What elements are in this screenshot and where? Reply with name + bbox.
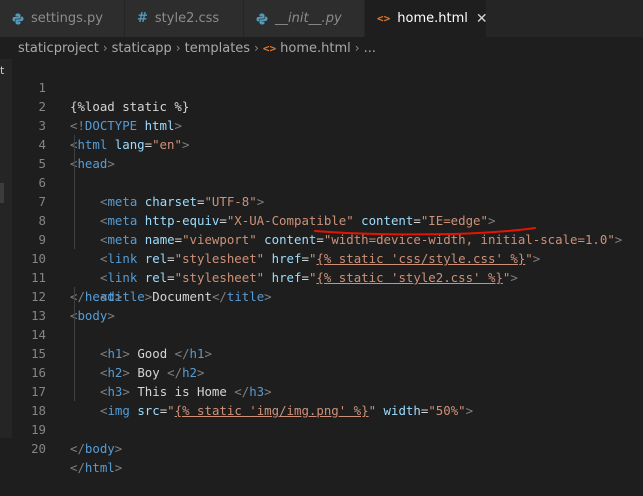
code-line: 3 <html lang="en"> <box>12 97 643 152</box>
punct: > <box>114 460 123 475</box>
code-line: 18 <box>12 382 643 418</box>
code-line: 17 <box>12 363 643 399</box>
code-line: 4 <head> <box>12 116 643 171</box>
code-line: 6 <meta http-equiv="X-UA-Compatible" con… <box>12 154 643 228</box>
punct: </ <box>70 441 85 456</box>
tab-init-py[interactable]: __init__.py <box>244 0 365 37</box>
breadcrumb: staticproject › staticapp › templates › … <box>0 37 643 59</box>
indent-guide <box>74 344 75 363</box>
indent-guide <box>74 154 75 173</box>
tab-home-html[interactable]: <> home.html ✕ <box>365 0 488 37</box>
code-line: 8 <link rel="stylesheet" href="{% static… <box>12 192 643 266</box>
tab-style2-css[interactable]: # style2.css <box>125 0 244 37</box>
indent-guide <box>74 287 75 306</box>
code-line: 11 </head> <box>12 249 643 304</box>
code-line: 12 <body> <box>12 268 643 323</box>
indent-guide <box>74 306 75 325</box>
editor-tab-bar: settings.py # style2.css __init__.py <> … <box>0 0 643 37</box>
close-icon[interactable]: ✕ <box>476 11 488 27</box>
python-icon <box>256 13 268 25</box>
line-number: 20 <box>31 441 46 456</box>
indent-guide <box>74 211 75 230</box>
tag-name: body <box>84 441 115 456</box>
code-line: 19 </body> <box>12 401 643 456</box>
tag-name: html <box>84 460 115 475</box>
code-line: 13 <h1> Good </h1> <box>12 287 643 361</box>
code-editor[interactable]: 1 {%load static %} 2 <!DOCTYPE html> 3 <… <box>12 59 643 475</box>
code-line: 16 <img src="{% static 'img/img.png' %}"… <box>12 344 643 418</box>
code-line: 1 {%load static %} <box>12 59 643 114</box>
indent-guide <box>74 192 75 211</box>
code-line: 7 <meta name="viewport" content="width=d… <box>12 173 643 247</box>
code-line: 5 <meta charset="UTF-8"> <box>12 135 643 209</box>
code-line: 2 <!DOCTYPE html> <box>12 78 643 133</box>
chevron-right-icon: › <box>102 41 108 55</box>
code-line: 20 </html> <box>12 420 643 475</box>
breadcrumb-item-staticapp[interactable]: staticapp <box>112 41 172 56</box>
breadcrumb-item-staticproject[interactable]: staticproject <box>18 41 99 56</box>
breadcrumb-item-home-html[interactable]: home.html <box>280 41 351 56</box>
indent-guide <box>74 173 75 192</box>
html-icon: <> <box>262 41 277 55</box>
indent-guide <box>74 135 75 154</box>
breadcrumb-item-templates[interactable]: templates <box>185 41 250 56</box>
tab-label: settings.py <box>31 11 103 26</box>
side-panel-edge: t <box>0 59 12 438</box>
html-icon: <> <box>377 12 391 25</box>
chevron-right-icon: › <box>175 41 181 55</box>
red-annotation-underline <box>314 227 536 236</box>
code-line: 15 <h3> This is Home </h3> <box>12 325 643 399</box>
punct: </ <box>70 460 85 475</box>
indent-guide <box>74 382 75 401</box>
tab-settings-py[interactable]: settings.py <box>0 0 125 37</box>
chevron-right-icon: › <box>254 41 259 55</box>
scrollbar-thumb[interactable] <box>0 183 4 203</box>
line-content: </html> <box>70 458 122 477</box>
side-panel-fragment: t <box>0 64 5 77</box>
python-icon <box>12 13 24 25</box>
tab-label: __init__.py <box>275 11 342 26</box>
breadcrumb-item-more[interactable]: ... <box>364 41 376 56</box>
hash-icon: # <box>137 11 148 26</box>
indent-guide <box>74 325 75 344</box>
tab-label: style2.css <box>154 11 220 26</box>
code-line: 14 <h2> Boy </h2> <box>12 306 643 380</box>
tab-label: home.html <box>397 11 468 26</box>
chevron-right-icon: › <box>354 41 360 55</box>
indent-guide <box>74 230 75 249</box>
indent-guide <box>74 363 75 382</box>
punct: > <box>114 441 123 456</box>
line-content: </body> <box>70 439 122 458</box>
